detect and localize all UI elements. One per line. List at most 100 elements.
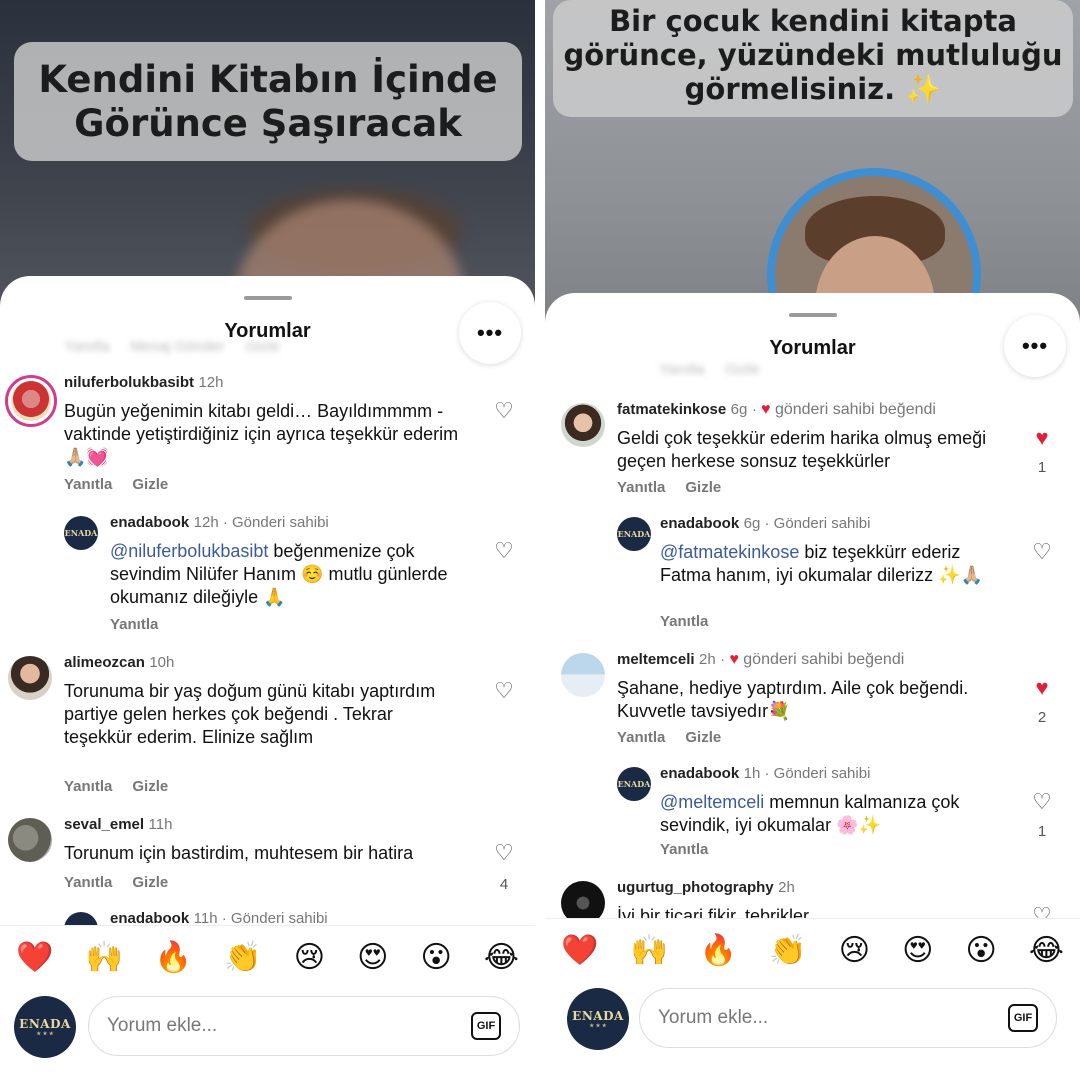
reply-button[interactable]: Yanıtla [64, 874, 112, 891]
like-heart-icon[interactable]: ♡ [492, 840, 516, 866]
like-count: 1 [1037, 823, 1047, 840]
right-screenshot: Bir çocuk kendini kitapta görünce, yüzün… [545, 0, 1080, 1080]
panel-divider [535, 0, 545, 1080]
comment-text: @fatmatekinkose biz teşekkürr ederiz Fat… [660, 541, 1010, 587]
left-screenshot: Kendini Kitabın İçinde Görünce Şaşıracak… [0, 0, 535, 1080]
reply-button[interactable]: Yanıtla [64, 476, 112, 493]
like-heart-icon[interactable]: ♡ [1030, 539, 1054, 565]
sheet-title: Yorumlar [224, 320, 311, 342]
comment-time: 6g [730, 401, 748, 418]
like-count: 4 [499, 876, 509, 893]
comment-text: Geldi çok teşekkür ederim harika olmuş e… [617, 428, 987, 471]
reply-button[interactable]: Yanıtla [110, 616, 158, 633]
gif-button[interactable]: GIF [471, 1012, 501, 1040]
avatar[interactable] [8, 656, 52, 700]
hide-button[interactable]: Gizle [685, 729, 721, 746]
mention-link[interactable]: @meltemceli [660, 792, 764, 812]
avatar[interactable]: ENADA [617, 767, 651, 801]
reply-button[interactable]: Yanıtla [64, 778, 112, 795]
comment-actions: Yanıtla [110, 616, 178, 633]
comment-username[interactable]: ugurtug_photography [617, 879, 774, 896]
comment-time: 1h [743, 765, 761, 782]
emoji-fire[interactable]: 🔥 [700, 933, 737, 968]
comment-username[interactable]: seval_emel [64, 816, 144, 833]
avatar[interactable] [8, 818, 52, 862]
sheet-grabber[interactable] [243, 296, 292, 300]
hide-button[interactable]: Gizle [685, 479, 721, 496]
comment-actions: Yanıtla Gizle [64, 476, 188, 493]
liked-heart-icon[interactable]: ♥ [1030, 425, 1054, 451]
comment-input-row: ENADA ★ ★ ★ Yorum ekle... GIF [545, 982, 1080, 1074]
comment-text: @meltemceli memnun kalmanıza çok sevindi… [660, 791, 1020, 837]
emoji-surprised[interactable]: 😮 [966, 933, 997, 968]
like-heart-icon[interactable]: ♡ [1030, 789, 1054, 815]
emoji-cry[interactable]: 😢 [294, 940, 325, 975]
owner-liked-label: · ♥ gönderi sahibi beğendi [751, 401, 936, 418]
avatar[interactable] [5, 375, 57, 427]
avatar[interactable] [561, 653, 605, 697]
emoji-cry[interactable]: 😢 [839, 933, 870, 968]
hide-button[interactable]: Gizle [132, 476, 168, 493]
ghost-reply: Yanıtla [659, 361, 705, 378]
comment-text: Torunuma bir yaş doğum günü kitabı yaptı… [64, 681, 436, 747]
avatar[interactable]: ENADA [64, 516, 98, 550]
comment-username[interactable]: enadabook [110, 514, 189, 531]
emoji-heart-eyes[interactable]: 😍 [902, 933, 933, 968]
emoji-clap[interactable]: 👏 [769, 933, 806, 968]
emoji-laugh[interactable]: 😂 [1029, 933, 1064, 968]
comment-input[interactable]: Yorum ekle... GIF [88, 996, 520, 1056]
emoji-laugh[interactable]: 😂 [484, 940, 519, 975]
mention-link[interactable]: @fatmatekinkose [660, 542, 799, 562]
comment-username[interactable]: enadabook [660, 765, 739, 782]
reply-button[interactable]: Yanıtla [617, 729, 665, 746]
reply-button[interactable]: Yanıtla [660, 613, 708, 630]
emoji-surprised[interactable]: 😮 [421, 940, 452, 975]
emoji-heart[interactable]: ❤️ [16, 940, 53, 975]
emoji-clap[interactable]: 👏 [224, 940, 261, 975]
blurred-previous-actions: Yanıtla Gizle [659, 361, 760, 378]
comment-placeholder: Yorum ekle... [107, 1015, 218, 1036]
comment-time: 12h [198, 374, 224, 391]
sheet-title: Yorumlar [769, 337, 856, 359]
reply-button[interactable]: Yanıtla [660, 841, 708, 858]
hide-button[interactable]: Gizle [132, 778, 168, 795]
comment-username[interactable]: niluferbolukbasibt [64, 374, 194, 391]
like-heart-icon[interactable]: ♡ [492, 538, 516, 564]
comment-username[interactable]: alimeozcan [64, 654, 145, 671]
comment-username[interactable]: enadabook [660, 515, 739, 532]
liked-heart-icon[interactable]: ♥ [1030, 675, 1054, 701]
comment-actions: Yanıtla Gizle [617, 729, 741, 746]
reply-button[interactable]: Yanıtla [617, 479, 665, 496]
more-options-button[interactable]: ••• [459, 302, 521, 364]
avatar[interactable] [561, 403, 605, 447]
hide-button[interactable]: Gizle [132, 874, 168, 891]
comment-actions: Yanıtla Gizle [617, 479, 741, 496]
emoji-heart-eyes[interactable]: 😍 [357, 940, 388, 975]
comment-username[interactable]: meltemceli [617, 651, 695, 668]
comment-placeholder: Yorum ekle... [658, 1007, 769, 1028]
more-options-button[interactable]: ••• [1004, 315, 1066, 377]
comment-time: 6g [743, 515, 761, 532]
comment-time: 2h [699, 651, 716, 668]
like-heart-icon[interactable]: ♡ [492, 398, 516, 424]
story-title: Kendini Kitabın İçinde Görünce Şaşıracak [14, 42, 522, 162]
story-title: Bir çocuk kendini kitapta görünce, yüzün… [553, 0, 1073, 117]
heart-icon: ♥ [729, 651, 739, 668]
mention-link[interactable]: @niluferbolukbasibt [110, 541, 268, 561]
comment-text: @niluferbolukbasibt beğenmenize çok sevi… [110, 540, 470, 609]
gif-button[interactable]: GIF [1008, 1004, 1038, 1032]
comment-time: 11h [148, 816, 173, 833]
like-heart-icon[interactable]: ♡ [492, 678, 516, 704]
quick-emoji-bar: ❤️ 🙌 🔥 👏 😢 😍 😮 😂 [545, 918, 1080, 982]
emoji-heart[interactable]: ❤️ [561, 933, 598, 968]
avatar[interactable]: ENADA [617, 517, 651, 551]
comment-username[interactable]: fatmatekinkose [617, 401, 726, 418]
comment-time: 10h [149, 654, 175, 671]
emoji-fire[interactable]: 🔥 [155, 940, 192, 975]
comment-actions: Yanıtla Gizle [64, 874, 188, 891]
emoji-raised-hands[interactable]: 🙌 [85, 940, 122, 975]
emoji-raised-hands[interactable]: 🙌 [630, 933, 667, 968]
brand-logo: ENADA ★ ★ ★ [14, 996, 76, 1058]
comment-input[interactable]: Yorum ekle... GIF [639, 988, 1057, 1048]
sheet-grabber[interactable] [788, 313, 837, 317]
